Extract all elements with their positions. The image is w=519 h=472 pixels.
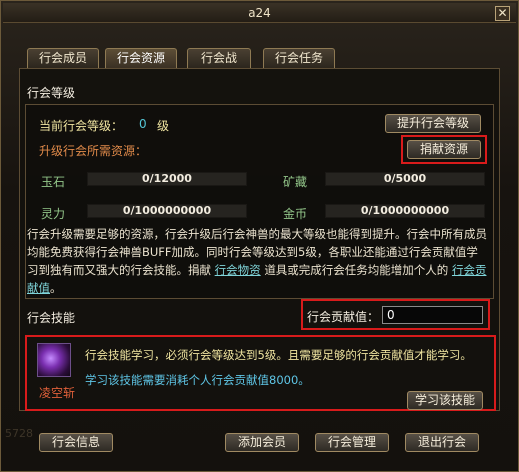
title-bar[interactable]: a24 ✕ [3, 3, 516, 23]
tab-guild-war[interactable]: 行会战 [187, 48, 251, 68]
guild-goods-link[interactable]: 行会物资 [215, 263, 261, 277]
guild-window: a24 ✕ 行会成员 行会资源 行会战 行会任务 行会等级 当前行会等级： 0 … [0, 0, 519, 472]
guild-manage-button[interactable]: 行会管理 [315, 433, 389, 452]
resource-ore-label: 矿藏 [283, 175, 308, 189]
current-level-unit: 级 [157, 119, 170, 133]
required-resources-label: 升级行会所需资源： [39, 144, 148, 158]
section-title-skills: 行会技能 [27, 311, 76, 325]
resource-ore-value: 0/5000 [325, 172, 485, 186]
resource-gold-label: 金币 [283, 207, 308, 221]
resource-jade-label: 玉石 [41, 175, 66, 189]
learn-skill-button[interactable]: 学习该技能 [407, 391, 483, 410]
contribution-value-field: 0 [382, 306, 483, 324]
upgrade-level-button[interactable]: 提升行会等级 [385, 114, 481, 133]
resource-gold-value: 0/1000000000 [325, 204, 485, 218]
description-text-2: 道具或完成行会任务均能增加个人的 [264, 263, 449, 277]
level-description: 行会升级需要足够的资源，行会升级后行会神兽的最大等级也能得到提升。行会中所有成员… [27, 225, 487, 297]
tab-guild-members[interactable]: 行会成员 [27, 48, 99, 68]
window-title: a24 [248, 6, 271, 20]
leave-guild-button[interactable]: 退出行会 [405, 433, 479, 452]
current-level-value: 0 [139, 117, 147, 131]
description-text-3: 。 [50, 281, 62, 295]
resource-spirit-label: 灵力 [41, 207, 66, 221]
contribution-label: 行会贡献值： [307, 310, 380, 324]
section-title-level: 行会等级 [27, 86, 76, 100]
current-level-label: 当前行会等级： [39, 119, 124, 133]
guild-info-button[interactable]: 行会信息 [39, 433, 113, 452]
skill-icon[interactable] [37, 343, 71, 377]
donate-resources-button[interactable]: 捐献资源 [407, 140, 481, 159]
tab-guild-tasks[interactable]: 行会任务 [263, 48, 335, 68]
tab-guild-resources[interactable]: 行会资源 [105, 48, 177, 68]
add-member-button[interactable]: 添加会员 [225, 433, 299, 452]
skill-cost-text: 学习该技能需要消耗个人行会贡献值8000。 [85, 373, 310, 387]
close-icon[interactable]: ✕ [495, 6, 510, 21]
resource-jade-value: 0/12000 [87, 172, 247, 186]
skill-name: 凌空斩 [39, 386, 76, 400]
resource-spirit-value: 0/1000000000 [87, 204, 247, 218]
skill-requirement-text: 行会技能学习，必须行会等级达到5级。且需要足够的行会贡献值才能学习。 [85, 348, 472, 362]
background-digits: 5728 [5, 427, 33, 440]
